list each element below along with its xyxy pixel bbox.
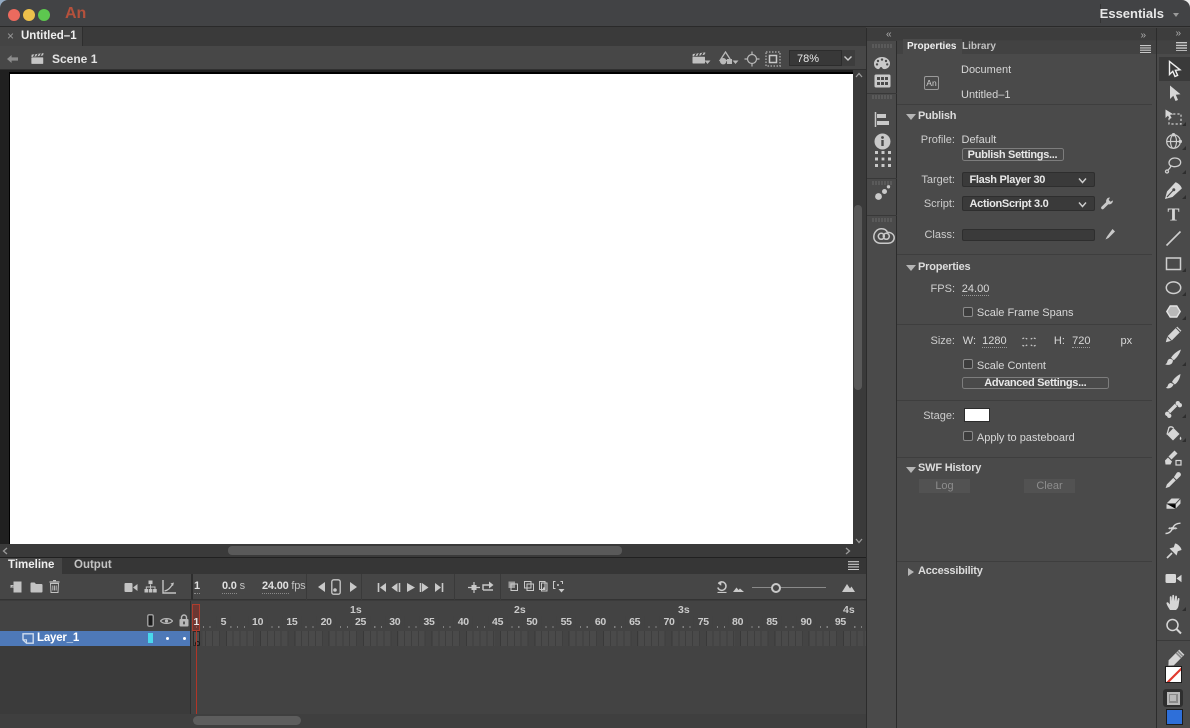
svg-text:T: T <box>1167 205 1179 224</box>
